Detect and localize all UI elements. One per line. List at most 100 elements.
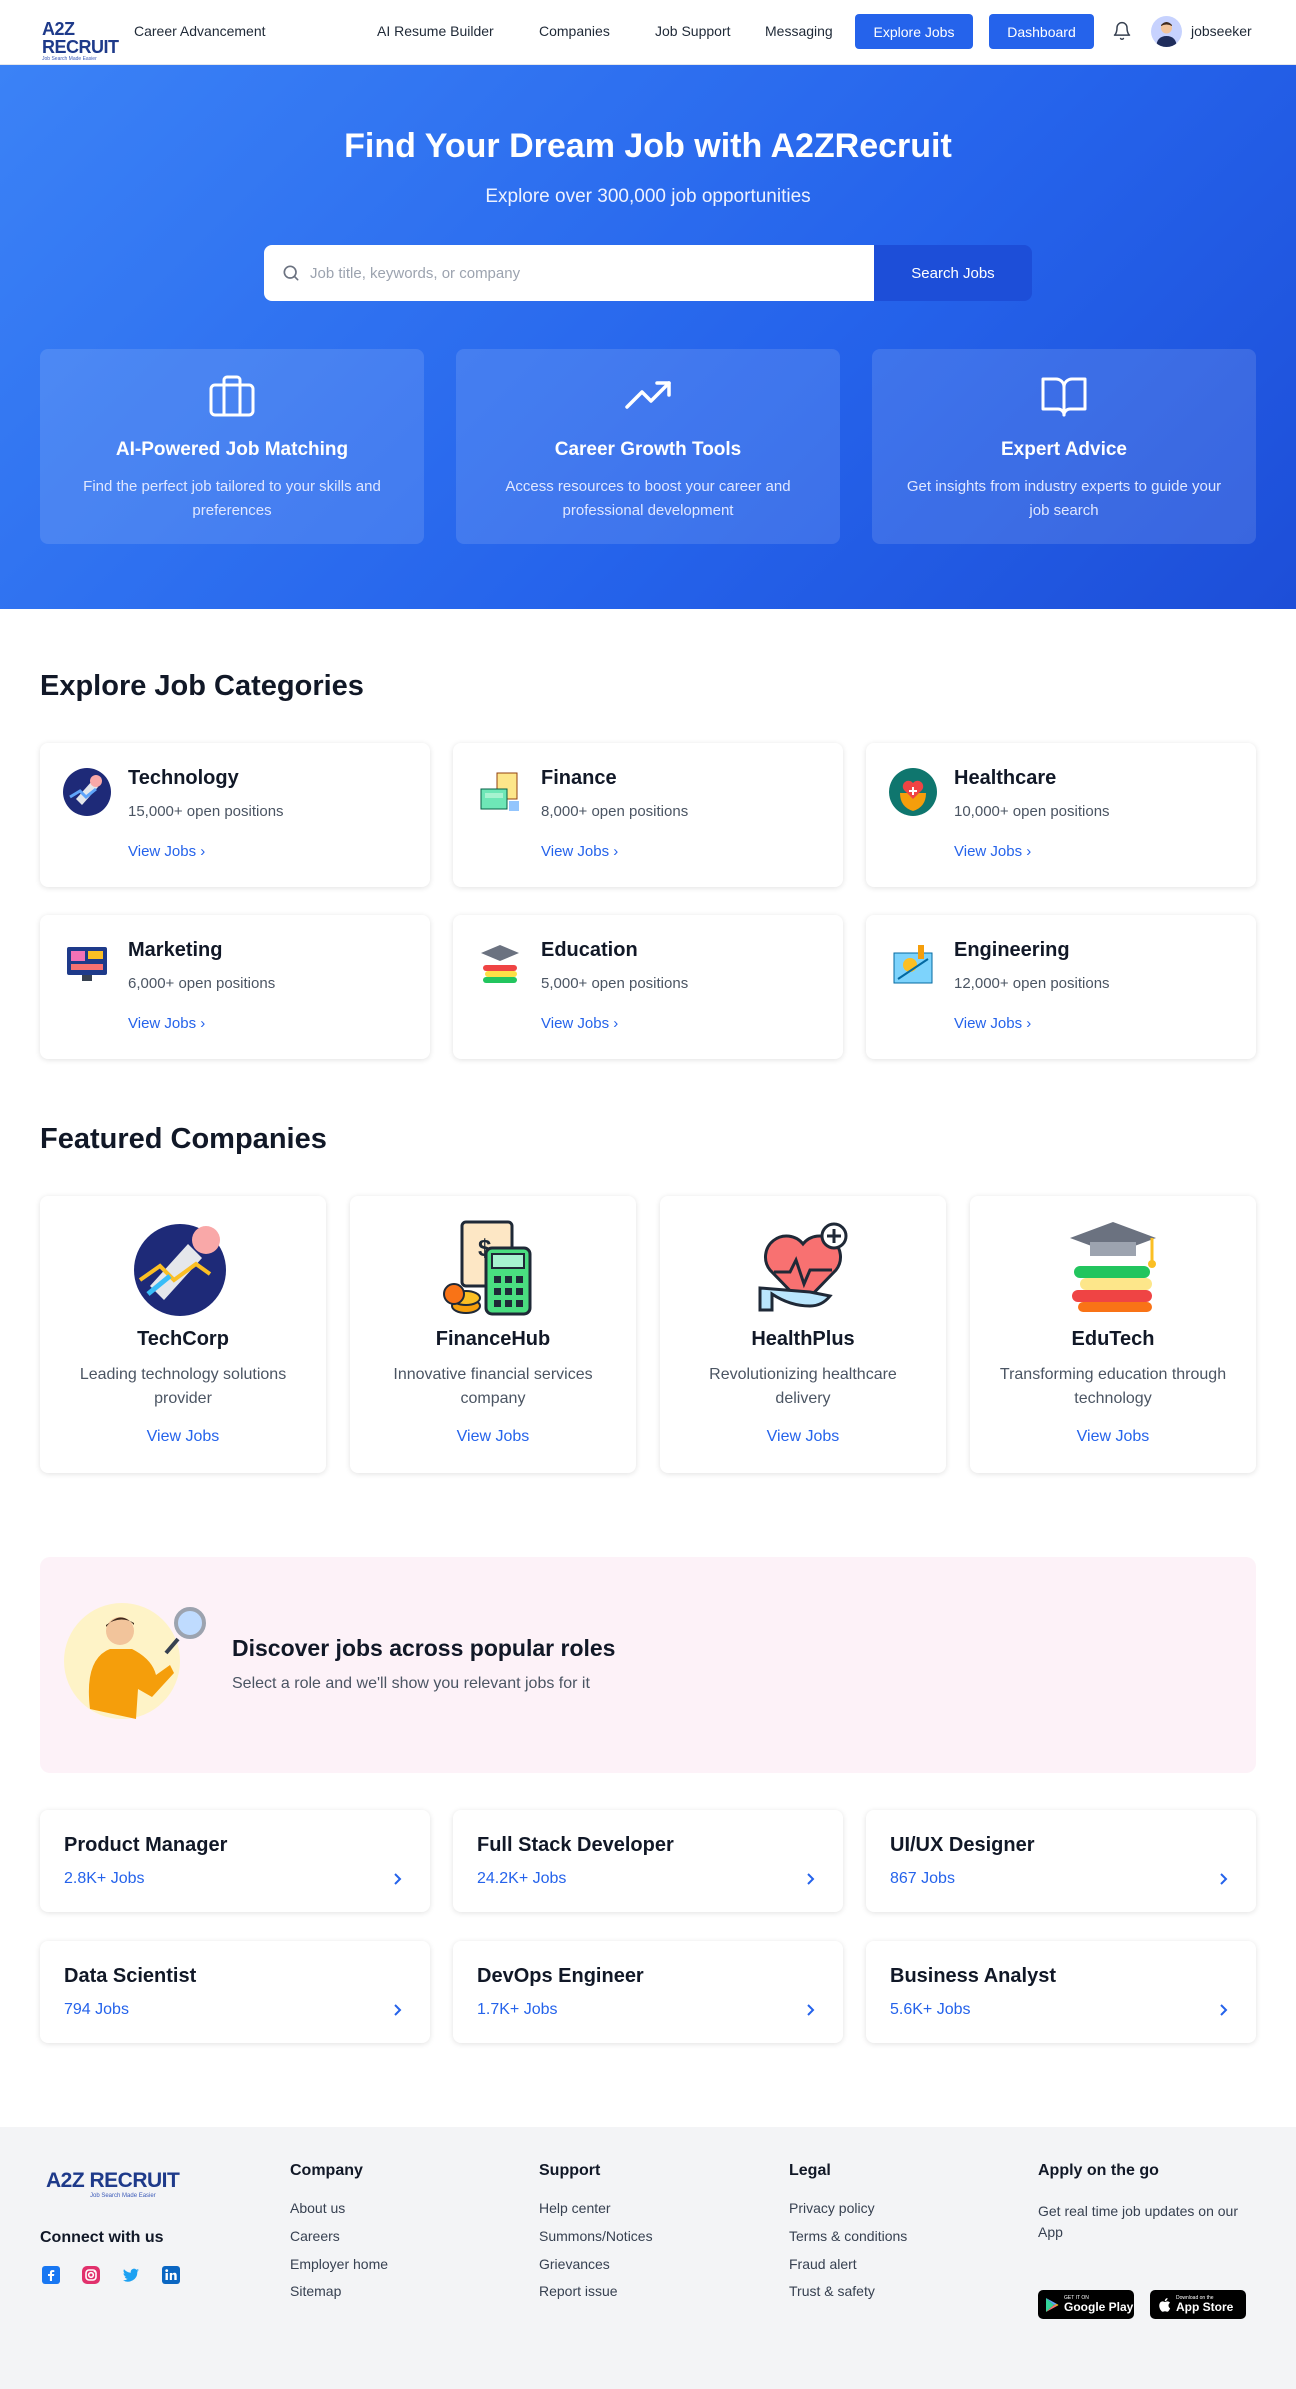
role-name: Full Stack Developer	[477, 1834, 674, 1856]
feature-desc: Access resources to boost your career an…	[505, 478, 791, 519]
healthcare-icon	[889, 768, 937, 816]
category-card-finance[interactable]: Finance 8,000+ open positions View Jobs …	[453, 743, 843, 887]
role-card-product-manager[interactable]: Product Manager 2.8K+ Jobs	[40, 1810, 430, 1912]
company-desc: Transforming education through technolog…	[999, 1366, 1227, 1407]
briefcase-icon	[209, 375, 255, 417]
google-play-text: GET IT ON Google Play	[1064, 2295, 1133, 2314]
role-name: Data Scientist	[64, 1965, 197, 1987]
role-card-business-analyst[interactable]: Business Analyst 5.6K+ Jobs	[866, 1941, 1256, 2043]
category-card-engineering[interactable]: Engineering 12,000+ open positions View …	[866, 915, 1256, 1059]
company-card-techcorp[interactable]: TechCorp Leading technology solutions pr…	[40, 1196, 326, 1473]
view-jobs-link[interactable]: View Jobs ›	[128, 843, 205, 860]
category-card-marketing[interactable]: Marketing 6,000+ open positions View Job…	[40, 915, 430, 1059]
avatar[interactable]	[1151, 16, 1182, 47]
category-card-technology[interactable]: Technology 15,000+ open positions View J…	[40, 743, 430, 887]
footer-link-grievances[interactable]: Grievances	[539, 2256, 610, 2272]
category-count: 15,000+ open positions	[128, 803, 284, 820]
hero-subtitle: Explore over 300,000 job opportunities	[485, 186, 811, 207]
category-card-healthcare[interactable]: Healthcare 10,000+ open positions View J…	[866, 743, 1256, 887]
view-jobs-link[interactable]: View Jobs	[350, 1428, 636, 1446]
role-job-count: 5.6K+ Jobs	[890, 2001, 971, 2018]
view-jobs-label: View Jobs	[128, 1015, 197, 1032]
categories-title: Explore Job Categories	[40, 670, 364, 702]
nav-link-job-support[interactable]: Job Support	[655, 23, 731, 39]
category-name: Engineering	[954, 939, 1070, 961]
company-card-financehub[interactable]: $ FinanceHub Innovative financial servic…	[350, 1196, 636, 1473]
footer-link-about-us[interactable]: About us	[290, 2200, 345, 2216]
role-card-devops-engineer[interactable]: DevOps Engineer 1.7K+ Jobs	[453, 1941, 843, 2043]
feature-title: Career Growth Tools	[554, 439, 742, 460]
company-card-edutech[interactable]: EduTech Transforming education through t…	[970, 1196, 1256, 1473]
bell-icon[interactable]	[1112, 20, 1132, 42]
feature-title: Expert Advice	[1000, 439, 1127, 460]
footer-link-help-center[interactable]: Help center	[539, 2200, 611, 2216]
view-jobs-link[interactable]: View Jobs ›	[541, 843, 618, 860]
feature-desc: Find the perfect job tailored to your sk…	[83, 478, 381, 519]
footer-link-terms[interactable]: Terms & conditions	[789, 2228, 907, 2244]
chevron-right-icon: ›	[613, 1015, 619, 1032]
footer-logo[interactable]: A2Z RECRUIT Job Search Made Easier	[46, 2169, 180, 2199]
footer-link-report-issue[interactable]: Report issue	[539, 2283, 618, 2299]
footer-app-desc: Get real time job updates on our App	[1038, 2203, 1239, 2240]
chevron-right-icon: ›	[200, 1015, 206, 1032]
brand-tagline: Career Advancement	[134, 23, 266, 39]
view-jobs-label: View Jobs	[954, 1015, 1023, 1032]
footer-logo-text: A2Z RECRUIT	[46, 2169, 180, 2192]
view-jobs-link[interactable]: View Jobs ›	[128, 1015, 205, 1032]
company-card-healthplus[interactable]: HealthPlus Revolutionizing healthcare de…	[660, 1196, 946, 1473]
nav-link-ai-resume-builder[interactable]: AI Resume Builder	[377, 23, 494, 39]
chevron-right-icon	[807, 1873, 815, 1885]
view-jobs-link[interactable]: View Jobs ›	[954, 843, 1031, 860]
chevron-right-icon: ›	[200, 843, 206, 860]
discover-subtitle: Select a role and we'll show you relevan…	[232, 1675, 590, 1692]
footer-link-sitemap[interactable]: Sitemap	[290, 2283, 341, 2299]
view-jobs-link[interactable]: View Jobs	[970, 1428, 1256, 1446]
footer-link-privacy-policy[interactable]: Privacy policy	[789, 2200, 875, 2216]
discover-title: Discover jobs across popular roles	[232, 1635, 616, 1661]
explore-jobs-button[interactable]: Explore Jobs	[855, 14, 973, 49]
app-store-text: Download on the App Store	[1176, 2295, 1233, 2314]
role-card-ui-ux-designer[interactable]: UI/UX Designer 867 Jobs	[866, 1810, 1256, 1912]
twitter-icon[interactable]	[121, 2265, 141, 2285]
view-jobs-link[interactable]: View Jobs	[660, 1428, 946, 1446]
view-jobs-label: View Jobs	[541, 1015, 610, 1032]
footer-link-fraud-alert[interactable]: Fraud alert	[789, 2256, 857, 2272]
nav-link-companies[interactable]: Companies	[539, 23, 610, 39]
category-count: 8,000+ open positions	[541, 803, 689, 820]
view-jobs-link[interactable]: View Jobs ›	[954, 1015, 1031, 1032]
search-jobs-button[interactable]: Search Jobs	[874, 245, 1032, 301]
healthplus-logo-icon	[758, 1222, 848, 1312]
footer-link-employer-home[interactable]: Employer home	[290, 2256, 388, 2272]
dashboard-button[interactable]: Dashboard	[989, 14, 1094, 49]
company-desc: Revolutionizing healthcare delivery	[709, 1366, 897, 1407]
feature-card-ai-matching: AI-Powered Job Matching Find the perfect…	[40, 349, 424, 544]
company-name: TechCorp	[137, 1328, 229, 1350]
logo[interactable]: A2Z RECRUIT Job Search Made Easier	[42, 20, 124, 62]
role-card-data-scientist[interactable]: Data Scientist 794 Jobs	[40, 1941, 430, 2043]
category-count: 12,000+ open positions	[954, 975, 1110, 992]
nav-link-messaging[interactable]: Messaging	[765, 23, 833, 39]
role-card-full-stack-developer[interactable]: Full Stack Developer 24.2K+ Jobs	[453, 1810, 843, 1912]
user-avatar-icon	[1151, 16, 1182, 47]
job-search-illustration-icon	[64, 1603, 206, 1719]
footer-link-trust-safety[interactable]: Trust & safety	[789, 2283, 875, 2299]
app-store-badge[interactable]: Download on the App Store	[1150, 2290, 1246, 2319]
company-desc: Innovative financial services company	[393, 1366, 593, 1407]
footer-link-careers[interactable]: Careers	[290, 2228, 340, 2244]
footer-legal-title: Legal	[789, 2162, 831, 2179]
google-play-badge[interactable]: GET IT ON Google Play	[1038, 2290, 1134, 2319]
role-job-count: 24.2K+ Jobs	[477, 1870, 567, 1887]
username[interactable]: jobseeker	[1191, 23, 1252, 39]
engineering-icon	[893, 945, 933, 984]
view-jobs-link[interactable]: View Jobs ›	[541, 1015, 618, 1032]
role-name: Business Analyst	[890, 1965, 1056, 1987]
search-input[interactable]	[310, 245, 860, 301]
linkedin-icon[interactable]	[161, 2265, 181, 2285]
footer-link-summons-notices[interactable]: Summons/Notices	[539, 2228, 653, 2244]
view-jobs-link[interactable]: View Jobs	[40, 1428, 326, 1446]
category-name: Finance	[541, 767, 617, 789]
instagram-icon[interactable]	[81, 2265, 101, 2285]
role-name: UI/UX Designer	[890, 1834, 1035, 1856]
facebook-icon[interactable]	[41, 2265, 61, 2285]
category-card-education[interactable]: Education 5,000+ open positions View Job…	[453, 915, 843, 1059]
